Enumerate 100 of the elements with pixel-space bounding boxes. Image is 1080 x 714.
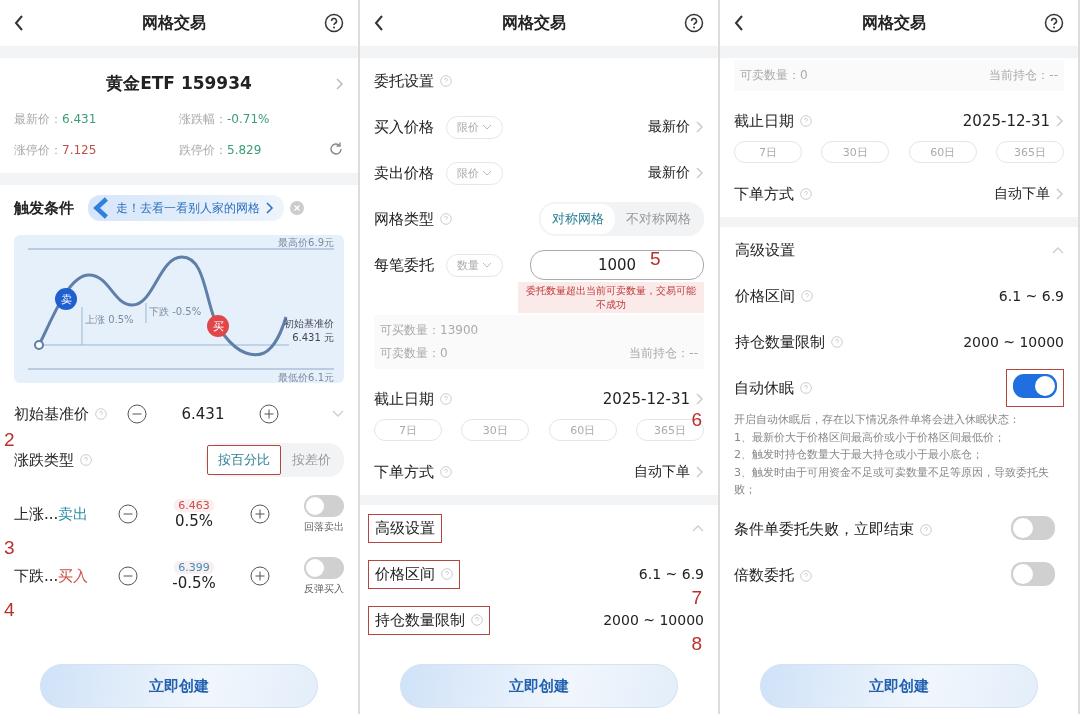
base-price-value: 6.431 元	[292, 332, 334, 343]
row-label: 倍数委托	[734, 566, 794, 586]
promo-banner[interactable]: 走！去看一看别人家的网格	[88, 195, 284, 221]
page-title: 网格交易	[862, 12, 926, 34]
row-label: 每笔委托	[374, 255, 434, 275]
row-label: 自动休眠	[734, 378, 794, 398]
minus-button[interactable]	[127, 404, 147, 424]
create-button[interactable]: 立即创建	[400, 664, 678, 708]
error-message: 委托数量超出当前可卖数量，交易可能不成功	[518, 282, 704, 313]
description-text: 开启自动休眠后，存在以下情况条件单将会进入休眠状态： 1、最新价大于价格区间最高价或小于价格区间最低价； 2、触发时持仓数量大于最大持仓或小于最小底仓； 3、触发时由于可用资金不足或可卖数量不足等原因，导致委托失败；	[734, 412, 1050, 499]
annotation-number: 5	[650, 248, 661, 270]
segment-option[interactable]: 不对称网格	[615, 204, 702, 234]
row-value[interactable]: 最新价	[648, 118, 690, 136]
chevron-icon[interactable]	[1052, 246, 1064, 254]
base-price-label: 初始基准价	[284, 318, 334, 329]
rise-label: 上涨 0.5%	[85, 314, 134, 325]
row-label: 初始基准价	[14, 404, 89, 424]
stock-name[interactable]: 黄金ETF 159934	[106, 73, 252, 93]
help-icon[interactable]	[1044, 13, 1064, 33]
refresh-icon[interactable]	[328, 141, 344, 157]
chevron-right-icon[interactable]	[696, 121, 704, 133]
minus-button[interactable]	[118, 566, 138, 586]
minus-button[interactable]	[118, 504, 138, 524]
stepper-value[interactable]: -0.5%	[166, 573, 222, 592]
chevron-left-icon	[92, 197, 110, 219]
info-text: 可卖数量：0	[380, 345, 448, 362]
chevron-right-icon	[266, 202, 274, 214]
row-label: 下单方式	[734, 184, 794, 204]
price-hint: 6.399	[174, 560, 214, 574]
close-icon[interactable]	[290, 201, 304, 215]
row-label: 下单方式	[374, 462, 434, 482]
page-title: 网格交易	[502, 12, 566, 34]
chevron-icon[interactable]	[692, 524, 704, 532]
row-value[interactable]: 最新价	[648, 164, 690, 182]
buy-badge: 买	[207, 315, 229, 337]
quote-label: 跌停价：	[179, 143, 227, 157]
row-label: 下跌...买入	[14, 566, 90, 586]
row-value[interactable]: 2025-12-31	[602, 390, 690, 408]
toggle-switch[interactable]	[1011, 515, 1055, 540]
chevron-right-icon[interactable]	[696, 167, 704, 179]
stepper-value[interactable]: 6.431	[175, 405, 231, 423]
stepper-value[interactable]: 0.5%	[166, 511, 222, 530]
segment-option[interactable]: 对称网格	[541, 204, 615, 234]
sell-badge: 卖	[55, 288, 77, 310]
create-button[interactable]: 立即创建	[760, 664, 1038, 708]
segment-option[interactable]: 按百分比	[207, 445, 281, 475]
section-title: 高级设置	[734, 239, 796, 261]
banner-text: 走！去看一看别人家的网格	[116, 199, 260, 217]
row-label: 涨跌类型	[14, 450, 74, 470]
annotation-number: 4	[4, 599, 15, 621]
info-text: 可买数量：13900	[380, 322, 479, 339]
max-price-label: 最高价6.9元	[278, 237, 334, 248]
page-title: 网格交易	[142, 12, 206, 34]
toggle-switch[interactable]	[304, 494, 344, 517]
row-value: 6.1 ~ 6.9	[638, 566, 704, 582]
row-label: 截止日期	[734, 111, 794, 131]
section-title: 委托设置	[374, 71, 434, 91]
plus-button[interactable]	[250, 504, 270, 524]
min-price-label: 最低价6.1元	[278, 372, 334, 383]
annotation-number: 3	[4, 537, 15, 559]
plus-button[interactable]	[250, 566, 270, 586]
info-text: 可卖数量：0	[740, 67, 808, 84]
row-value: 2000 ~ 10000	[603, 612, 704, 628]
chevron-right-icon[interactable]	[336, 78, 344, 90]
toggle-switch[interactable]	[304, 556, 344, 579]
help-icon[interactable]	[684, 13, 704, 33]
annotation-number: 8	[691, 633, 702, 655]
back-icon[interactable]	[14, 15, 24, 31]
chevron-down-icon[interactable]	[332, 410, 344, 418]
quote-value: -0.71%	[227, 112, 270, 126]
caret-icon	[482, 262, 492, 268]
fall-label: 下跌 -0.5%	[149, 306, 202, 317]
annotation-number: 7	[691, 587, 702, 609]
segment-option[interactable]: 按差价	[281, 445, 342, 475]
row-label: 触发条件	[14, 198, 74, 218]
back-icon[interactable]	[374, 15, 384, 31]
row-label: 价格区间	[735, 286, 795, 306]
toggle-switch[interactable]	[1011, 561, 1055, 586]
chevron-right-icon[interactable]	[1056, 188, 1064, 200]
quote-value: 7.125	[62, 143, 97, 157]
row-value[interactable]: 自动下单	[634, 463, 690, 481]
help-icon[interactable]	[324, 13, 344, 33]
row-label: 网格类型	[374, 209, 434, 229]
chevron-right-icon[interactable]	[1056, 115, 1064, 127]
row-label: 上涨...卖出	[14, 504, 90, 524]
back-icon[interactable]	[734, 15, 744, 31]
toggle-switch[interactable]	[1013, 374, 1057, 398]
toggle-label: 反弹买入	[304, 581, 344, 596]
quote-label: 最新价：	[14, 112, 62, 126]
chevron-right-icon[interactable]	[696, 393, 704, 405]
row-value: 2000 ~ 10000	[963, 334, 1064, 350]
create-button[interactable]: 立即创建	[40, 664, 318, 708]
row-value: 6.1 ~ 6.9	[998, 288, 1064, 304]
chevron-right-icon[interactable]	[696, 466, 704, 478]
row-label: 买入价格	[374, 117, 434, 137]
row-value[interactable]: 自动下单	[994, 185, 1050, 203]
row-label: 截止日期	[374, 389, 434, 409]
quote-value: 6.431	[62, 112, 97, 126]
plus-button[interactable]	[259, 404, 279, 424]
row-value[interactable]: 2025-12-31	[962, 112, 1050, 130]
